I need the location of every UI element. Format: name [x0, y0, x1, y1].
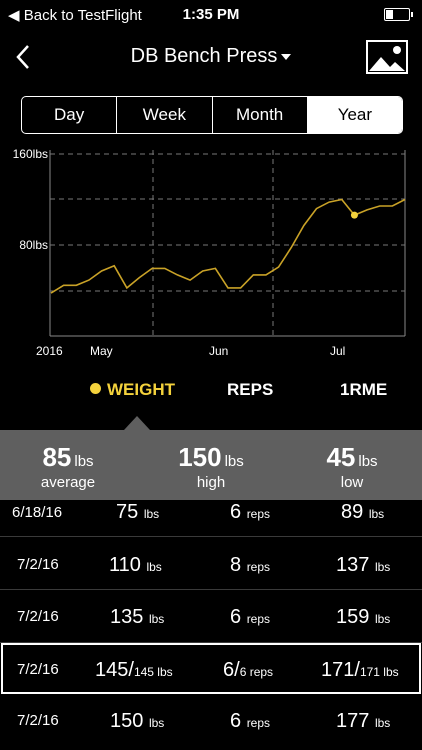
summary-average: 85 lbs average — [0, 442, 138, 491]
table-row-selected[interactable]: 7/2/16 145/145 lbs 6/6 reps 171/171 lbs — [1, 643, 421, 694]
x-tick-label: May — [90, 344, 113, 358]
row-weight: 135 lbs — [110, 606, 165, 628]
row-1rme: 159 lbs — [336, 606, 391, 628]
high-label: high — [196, 474, 226, 491]
row-weight: 110 lbs — [109, 554, 162, 576]
x-tick-label: Jul — [330, 344, 345, 358]
row-weight: 150 lbs — [110, 710, 165, 732]
segment-month[interactable]: Month — [213, 97, 308, 133]
summary-high: 150 lbs high — [141, 442, 281, 491]
metric-tabs: WEIGHT REPS 1RME — [0, 372, 422, 408]
table-row[interactable]: 7/2/16 135 lbs 6 reps 159 lbs — [0, 590, 422, 643]
tab-pointer — [124, 416, 150, 430]
battery-icon — [384, 8, 413, 21]
exercise-title-dropdown[interactable]: DB Bench Press — [0, 45, 422, 68]
active-dot-icon — [90, 383, 101, 395]
x-tick-label: 2016 — [36, 344, 63, 358]
metric-tab-reps[interactable]: REPS — [227, 380, 273, 400]
status-bar: ◀ Back to TestFlight 1:35 PM — [0, 0, 422, 30]
row-1rme: 89 lbs — [341, 501, 385, 523]
y-tick-label: 160lbs — [13, 147, 48, 161]
image-icon[interactable] — [366, 40, 408, 74]
row-reps: 8 reps — [230, 554, 271, 576]
exercise-title: DB Bench Press — [130, 45, 278, 67]
low-value: 45 — [326, 442, 356, 472]
segment-year[interactable]: Year — [307, 97, 402, 133]
table-row[interactable]: 6/18/16 75 lbs 6 reps 89 lbs — [0, 500, 422, 537]
average-value: 85 — [42, 442, 72, 472]
table-row[interactable]: 7/2/16 150 lbs 6 reps 177 lbs — [0, 696, 422, 750]
metric-tab-weight[interactable]: WEIGHT — [90, 380, 175, 400]
high-unit: lbs — [224, 453, 244, 470]
x-tick-label: Jun — [209, 344, 228, 358]
status-time: 1:35 PM — [182, 6, 240, 23]
row-weight: 145/145 lbs — [95, 659, 173, 681]
row-reps: 6 reps — [230, 710, 271, 732]
low-unit: lbs — [358, 453, 378, 470]
summary-panel: 85 lbs average 150 lbs high 45 lbs low — [0, 430, 422, 500]
row-reps: 6 reps — [230, 606, 271, 628]
row-1rme: 171/171 lbs — [321, 659, 399, 681]
metric-tab-weight-label: WEIGHT — [107, 380, 175, 399]
metric-tab-1rme[interactable]: 1RME — [340, 380, 387, 400]
segment-day[interactable]: Day — [22, 97, 118, 133]
row-reps: 6/6 reps — [223, 659, 274, 681]
average-label: average — [40, 474, 96, 491]
row-date: 7/2/16 — [17, 712, 59, 729]
row-date: 7/2/16 — [17, 556, 59, 573]
y-tick-label: 80lbs — [19, 238, 48, 252]
time-range-segmented-control: Day Week Month Year — [21, 96, 403, 134]
table-row[interactable]: 7/2/16 110 lbs 8 reps 137 lbs — [0, 537, 422, 590]
high-value: 150 — [178, 442, 222, 472]
average-unit: lbs — [74, 453, 94, 470]
caret-down-icon — [281, 53, 292, 60]
row-1rme: 137 lbs — [336, 554, 391, 576]
summary-low: 45 lbs low — [282, 442, 422, 491]
row-date: 7/2/16 — [17, 661, 59, 678]
row-reps: 6 reps — [230, 501, 271, 523]
row-date: 7/2/16 — [17, 608, 59, 625]
selected-point — [350, 211, 358, 219]
row-weight: 75 lbs — [116, 501, 160, 523]
low-label: low — [340, 474, 364, 491]
segment-week[interactable]: Week — [117, 97, 213, 133]
row-date: 6/18/16 — [12, 504, 63, 521]
weight-line-chart: 160lbs 80lbs 2016 May Jun Jul — [13, 147, 406, 358]
row-1rme: 177 lbs — [336, 710, 391, 732]
nav-bar: DB Bench Press — [0, 32, 422, 82]
